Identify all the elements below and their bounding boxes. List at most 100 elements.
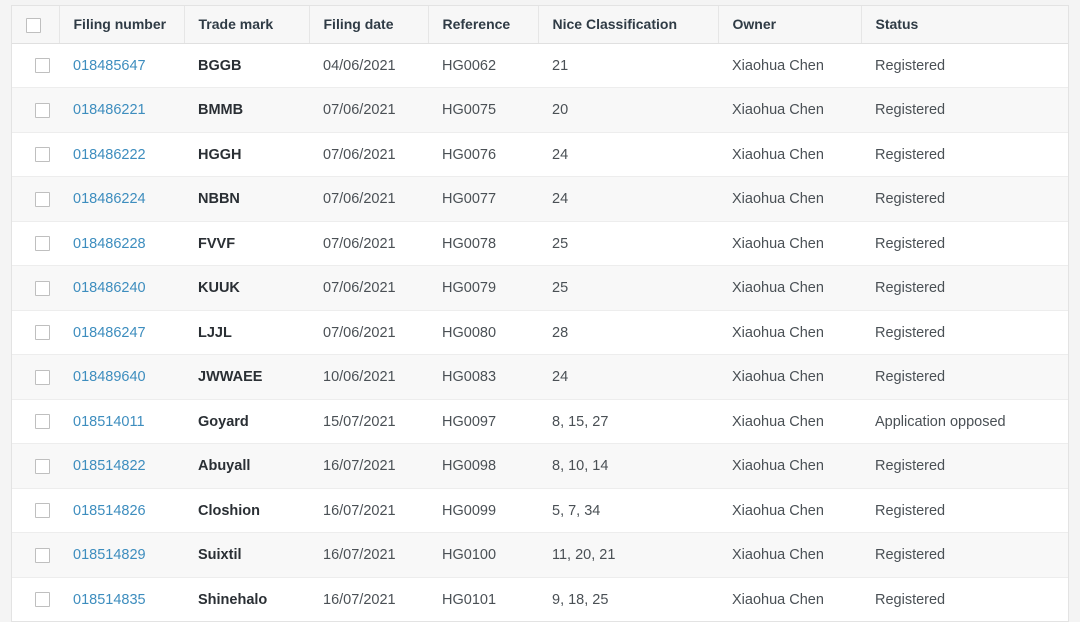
row-select-checkbox[interactable] bbox=[35, 102, 50, 118]
cell-reference: HG0097 bbox=[428, 399, 538, 445]
cell-status: Registered bbox=[861, 221, 1068, 267]
row-select-checkbox[interactable] bbox=[35, 369, 50, 385]
cell-trade-mark: Closhion bbox=[184, 488, 309, 534]
cell-status: Registered bbox=[861, 443, 1068, 489]
trade-mark-name: KUUK bbox=[198, 280, 240, 297]
table-row[interactable]: 018485647 BGGB 04/06/2021 HG0062 21 Xiaohua C… bbox=[12, 43, 1068, 89]
table-row[interactable]: 018489640 JWWAEE 10/06/2021 HG0083 24 Xiaohua… bbox=[12, 354, 1068, 400]
row-select-checkbox[interactable] bbox=[35, 503, 50, 519]
table-row[interactable]: 018514011 Goyard 15/07/2021 HG0097 8, 15, 27… bbox=[12, 399, 1068, 445]
table-row[interactable]: 018486240 KUUK 07/06/2021 HG0079 25 Xiaohua C… bbox=[12, 265, 1068, 311]
row-select-checkbox[interactable] bbox=[35, 280, 50, 296]
cell-nice-classification: 5, 7, 34 bbox=[538, 488, 718, 534]
cell-status: Registered bbox=[861, 532, 1068, 578]
cell-nice-classification: 28 bbox=[538, 310, 718, 356]
cell-nice-classification: 11, 20, 21 bbox=[538, 532, 718, 578]
column-header-owner[interactable]: Owner bbox=[718, 6, 862, 44]
table-row[interactable]: 018486222 HGGH 07/06/2021 HG0076 24 Xiaohua C… bbox=[12, 132, 1068, 178]
cell-filing-number: 018486224 bbox=[59, 176, 184, 222]
column-header-filing-number[interactable]: Filing number bbox=[59, 6, 185, 44]
select-all-checkbox[interactable] bbox=[26, 17, 41, 33]
column-header-trade-mark[interactable]: Trade mark bbox=[184, 6, 310, 44]
cell-reference: HG0078 bbox=[428, 221, 538, 267]
cell-status: Registered bbox=[861, 488, 1068, 534]
row-select-checkbox[interactable] bbox=[35, 191, 50, 207]
cell-trade-mark: Goyard bbox=[184, 399, 309, 445]
cell-filing-number: 018486240 bbox=[59, 265, 184, 311]
filing-number-link[interactable]: 018486240 bbox=[73, 280, 146, 296]
filing-number-link[interactable]: 018514829 bbox=[73, 547, 146, 563]
table-row[interactable]: 018486224 NBBN 07/06/2021 HG0077 24 Xiaohua C… bbox=[12, 176, 1068, 222]
cell-reference: HG0080 bbox=[428, 310, 538, 356]
row-select-checkbox[interactable] bbox=[35, 592, 50, 608]
filing-number-link[interactable]: 018486224 bbox=[73, 191, 146, 207]
cell-filing-number: 018514829 bbox=[59, 532, 184, 578]
column-header-reference[interactable]: Reference bbox=[428, 6, 539, 44]
cell-owner: Xiaohua Chen bbox=[718, 443, 861, 489]
cell-trade-mark: LJJL bbox=[184, 310, 309, 356]
cell-filing-date: 07/06/2021 bbox=[309, 132, 428, 178]
cell-trade-mark: KUUK bbox=[184, 265, 309, 311]
filing-number-link[interactable]: 018489640 bbox=[73, 369, 146, 385]
cell-nice-classification: 24 bbox=[538, 132, 718, 178]
results-table-container: Filing number Trade mark Filing date Ref… bbox=[11, 5, 1069, 622]
row-select-checkbox[interactable] bbox=[35, 58, 50, 74]
cell-filing-number: 018514835 bbox=[59, 577, 184, 622]
filing-number-link[interactable]: 018486221 bbox=[73, 102, 146, 118]
cell-filing-number: 018485647 bbox=[59, 43, 184, 89]
row-select-checkbox[interactable] bbox=[35, 458, 50, 474]
cell-owner: Xiaohua Chen bbox=[718, 488, 861, 534]
cell-owner: Xiaohua Chen bbox=[718, 132, 861, 178]
row-select-cell bbox=[12, 265, 59, 311]
page-root: Filing number Trade mark Filing date Ref… bbox=[0, 0, 1080, 622]
cell-owner: Xiaohua Chen bbox=[718, 265, 861, 311]
row-select-cell bbox=[12, 87, 59, 133]
cell-trade-mark: BGGB bbox=[184, 43, 309, 89]
table-row[interactable]: 018514822 Abuyall 16/07/2021 HG0098 8, 10, 1… bbox=[12, 443, 1068, 489]
cell-status: Registered bbox=[861, 43, 1068, 89]
cell-nice-classification: 24 bbox=[538, 354, 718, 400]
cell-status: Registered bbox=[861, 176, 1068, 222]
table-row[interactable]: 018514829 Suixtil 16/07/2021 HG0100 11, 20, … bbox=[12, 532, 1068, 578]
filing-number-link[interactable]: 018486247 bbox=[73, 325, 146, 341]
row-select-checkbox[interactable] bbox=[35, 236, 50, 252]
filing-number-link[interactable]: 018514826 bbox=[73, 503, 146, 519]
cell-filing-date: 15/07/2021 bbox=[309, 399, 428, 445]
trade-mark-name: BGGB bbox=[198, 57, 242, 74]
column-header-select-all bbox=[12, 6, 60, 44]
table-row[interactable]: 018486221 BMMB 07/06/2021 HG0075 20 Xiaohua C… bbox=[12, 87, 1068, 133]
row-select-checkbox[interactable] bbox=[35, 414, 50, 430]
table-row[interactable]: 018486247 LJJL 07/06/2021 HG0080 28 Xiaohua C… bbox=[12, 310, 1068, 356]
column-header-filing-date[interactable]: Filing date bbox=[309, 6, 429, 44]
cell-filing-date: 10/06/2021 bbox=[309, 354, 428, 400]
cell-reference: HG0062 bbox=[428, 43, 538, 89]
row-select-checkbox[interactable] bbox=[35, 147, 50, 163]
table-row[interactable]: 018514835 Shinehalo 16/07/2021 HG0101 9, 18,… bbox=[12, 577, 1068, 622]
filing-number-link[interactable]: 018514835 bbox=[73, 592, 146, 608]
cell-nice-classification: 25 bbox=[538, 265, 718, 311]
cell-trade-mark: Suixtil bbox=[184, 532, 309, 578]
cell-owner: Xiaohua Chen bbox=[718, 399, 861, 445]
table-row[interactable]: 018486228 FVVF 07/06/2021 HG0078 25 Xiaohua C… bbox=[12, 221, 1068, 267]
cell-status: Registered bbox=[861, 265, 1068, 311]
table-header-row: Filing number Trade mark Filing date Ref… bbox=[12, 6, 1068, 44]
table-row[interactable]: 018514826 Closhion 16/07/2021 HG0099 5, 7, 3… bbox=[12, 488, 1068, 534]
cell-status: Registered bbox=[861, 577, 1068, 622]
filing-number-link[interactable]: 018514011 bbox=[73, 414, 145, 430]
filing-number-link[interactable]: 018514822 bbox=[73, 458, 146, 474]
filing-number-link[interactable]: 018486222 bbox=[73, 147, 146, 163]
row-select-checkbox[interactable] bbox=[35, 325, 50, 341]
cell-filing-number: 018486222 bbox=[59, 132, 184, 178]
row-select-checkbox[interactable] bbox=[35, 547, 50, 563]
cell-nice-classification: 21 bbox=[538, 43, 718, 89]
column-header-nice-classification[interactable]: Nice Classification bbox=[538, 6, 719, 44]
filing-number-link[interactable]: 018486228 bbox=[73, 236, 146, 252]
cell-owner: Xiaohua Chen bbox=[718, 532, 861, 578]
cell-filing-date: 04/06/2021 bbox=[309, 43, 428, 89]
row-select-cell bbox=[12, 221, 59, 267]
filing-number-link[interactable]: 018485647 bbox=[73, 58, 146, 74]
cell-owner: Xiaohua Chen bbox=[718, 310, 861, 356]
cell-filing-number: 018514822 bbox=[59, 443, 184, 489]
trade-mark-name: LJJL bbox=[198, 324, 232, 341]
column-header-status[interactable]: Status bbox=[861, 6, 1068, 44]
